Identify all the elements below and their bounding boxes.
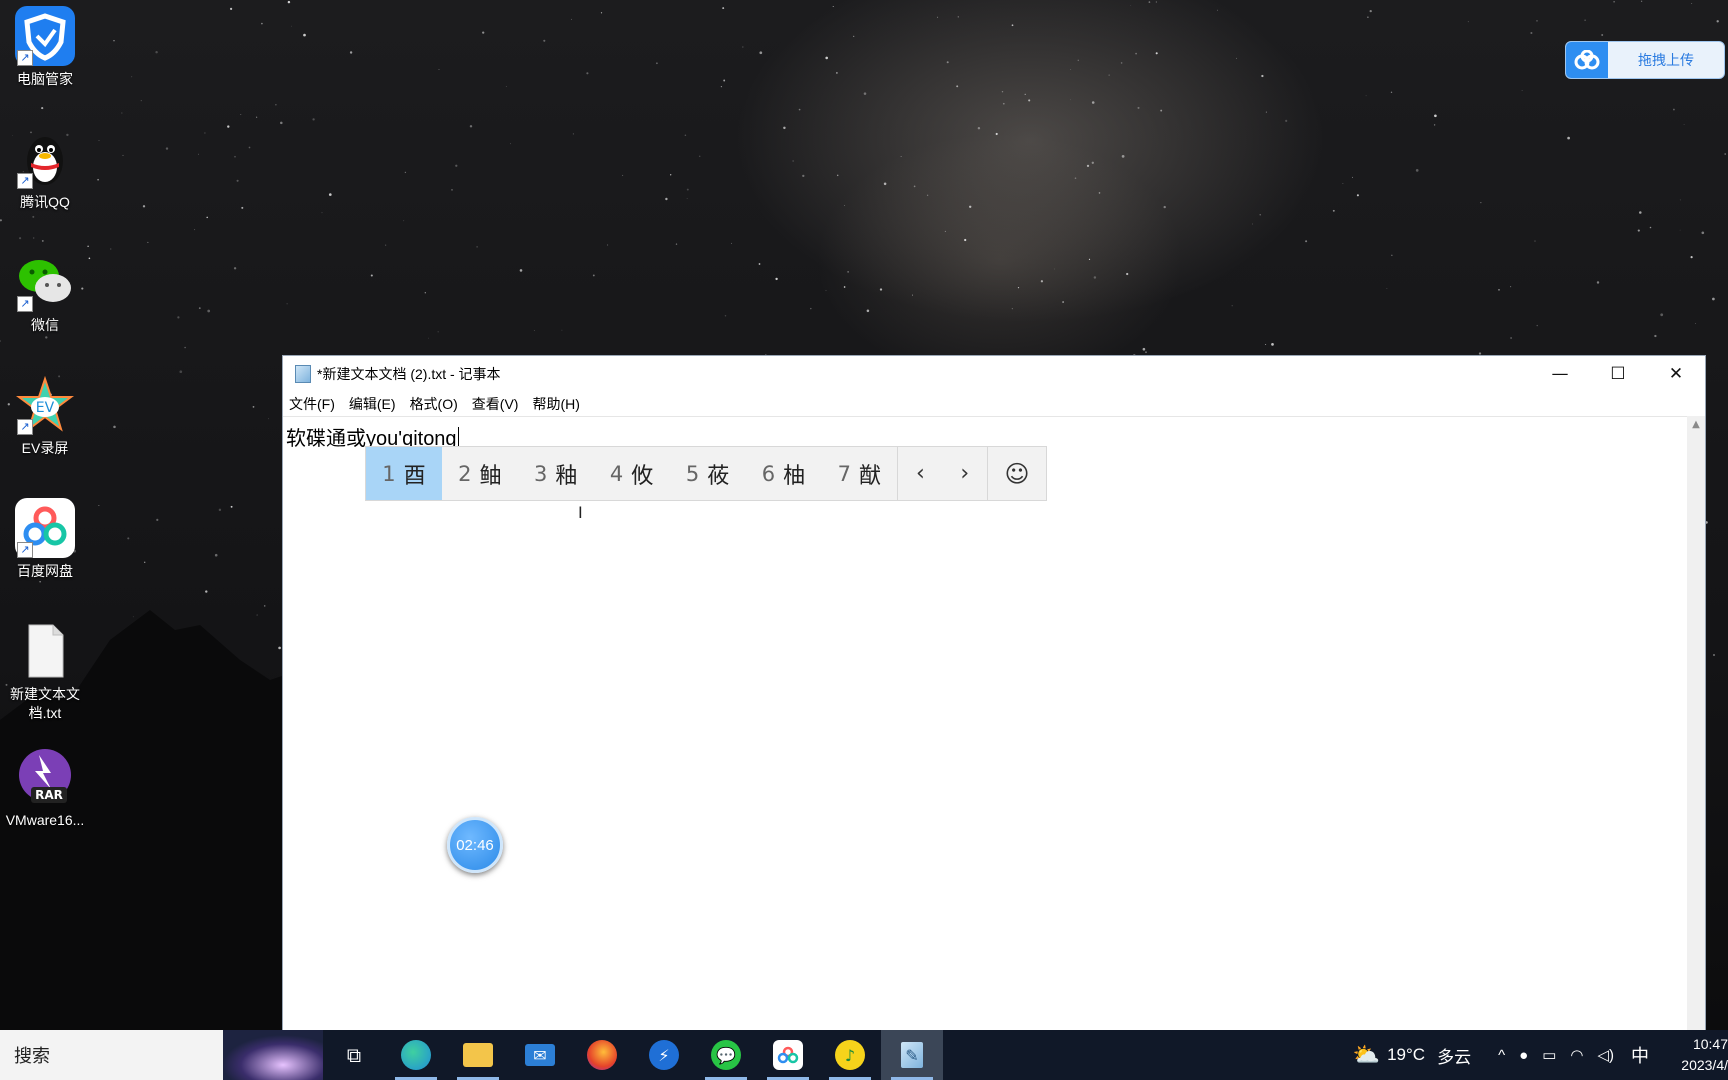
desktop-icon-label: 电脑管家: [17, 71, 73, 87]
desktop-icon-label: VMware16...: [5, 812, 85, 828]
weather-temp[interactable]: 19°C: [1387, 1045, 1425, 1065]
qq-music-icon: ♪: [835, 1040, 865, 1070]
emoji-icon[interactable]: ☺: [988, 447, 1046, 500]
ime-candidate-bar: 1酉 2鲉 3釉 4攸 5莜 6柚 7猷 ‹ › ☺: [365, 446, 1047, 501]
menu-file[interactable]: 文件(F): [289, 394, 335, 414]
menu-help[interactable]: 帮助(H): [532, 394, 579, 414]
ime-candidate[interactable]: 4攸: [594, 447, 670, 500]
wechat-icon: 💬: [711, 1040, 741, 1070]
taskbar-edge[interactable]: [385, 1030, 447, 1080]
desktop-icon-wechat[interactable]: ↗ 微信: [0, 252, 91, 335]
ime-candidate[interactable]: 5莜: [670, 447, 746, 500]
close-button[interactable]: ✕: [1647, 356, 1705, 392]
clock-date: 2023/4/: [1681, 1057, 1728, 1073]
desktop-icon-label: 新建文本文档.txt: [10, 686, 80, 721]
taskbar-qq-music[interactable]: ♪: [819, 1030, 881, 1080]
taskbar-notepad[interactable]: ✎: [881, 1030, 943, 1080]
desktop-icon-label: 微信: [31, 317, 59, 333]
taskbar-clock[interactable]: 10:47 2023/4/: [1666, 1034, 1728, 1076]
menu-edit[interactable]: 编辑(E): [349, 394, 396, 414]
desktop-icon-label: EV录屏: [21, 440, 69, 456]
clock-time: 10:47: [1692, 1036, 1728, 1052]
search-placeholder: 搜索: [14, 1046, 50, 1066]
notepad-icon: [295, 365, 311, 383]
winrar-icon: RAR: [15, 747, 75, 807]
search-highlight-art: [223, 1030, 323, 1080]
editor-text: 软碟通或: [286, 428, 366, 450]
taskbar-baidu-netdisk[interactable]: [757, 1030, 819, 1080]
menu-format[interactable]: 格式(O): [410, 394, 458, 414]
ime-candidate[interactable]: 1酉: [366, 447, 442, 500]
shortcut-arrow-icon: ↗: [17, 542, 33, 558]
firefox-icon: [587, 1040, 617, 1070]
baidu-netdisk-icon: ↗: [15, 498, 75, 558]
scroll-up-arrow-icon[interactable]: ▲: [1687, 416, 1705, 434]
volume-icon[interactable]: ◁): [1597, 1046, 1614, 1064]
mouse-ibeam-cursor-icon: I: [578, 503, 583, 522]
desktop-icon-label: 腾讯QQ: [20, 194, 70, 210]
title-bar[interactable]: *新建文本文档 (2).txt - 记事本 — ☐ ✕: [283, 356, 1705, 392]
ime-candidate[interactable]: 6柚: [745, 447, 821, 500]
shortcut-arrow-icon: ↗: [17, 173, 33, 189]
desktop-icon-qq[interactable]: ↗ 腾讯QQ: [0, 129, 91, 212]
ime-candidate[interactable]: 2鲉: [442, 447, 518, 500]
qq-penguin-icon: ↗: [15, 129, 75, 189]
desktop-icon-baidu-netdisk[interactable]: ↗ 百度网盘: [0, 498, 91, 581]
menu-view[interactable]: 查看(V): [472, 394, 519, 414]
recording-timer[interactable]: 02:46: [447, 817, 503, 873]
wechat-icon: ↗: [15, 252, 75, 312]
baidu-cloud-icon: [1566, 42, 1608, 78]
svg-text:EV: EV: [36, 400, 55, 416]
task-view-icon: ⧉: [346, 1043, 362, 1067]
shortcut-arrow-icon: ↗: [17, 296, 33, 312]
minimize-button[interactable]: —: [1531, 356, 1589, 392]
ime-candidate[interactable]: 7猷: [821, 447, 897, 500]
wifi-icon[interactable]: ◠: [1570, 1046, 1583, 1064]
taskbar-firefox[interactable]: [571, 1030, 633, 1080]
shortcut-arrow-icon: ↗: [17, 419, 33, 435]
desktop-icon-text-file[interactable]: 新建文本文档.txt: [0, 621, 91, 723]
folder-icon: [463, 1043, 493, 1067]
taskbar-mail[interactable]: ✉: [509, 1030, 571, 1080]
desktop-icon-label: 百度网盘: [17, 563, 73, 579]
weather-desc[interactable]: 多云: [1437, 1043, 1471, 1068]
baidu-netdisk-icon: [773, 1040, 803, 1070]
desktop: ↗ 电脑管家 ↗ 腾讯QQ ↗ 微信 EV ↗ EV录屏 ↗ 百度网盘 新建文本…: [0, 0, 1728, 1080]
text-file-icon: [15, 621, 75, 681]
desktop-icon-ev-recorder[interactable]: EV ↗ EV录屏: [0, 375, 91, 458]
ime-mode-indicator[interactable]: 中: [1631, 1042, 1649, 1068]
window-title: *新建文本文档 (2).txt - 记事本: [317, 366, 501, 382]
rar-badge: RAR: [35, 788, 63, 802]
show-hidden-icons-chevron-icon[interactable]: ^: [1498, 1047, 1505, 1064]
drag-upload-label: 拖拽上传: [1638, 52, 1694, 68]
vertical-scrollbar[interactable]: ▲: [1687, 416, 1705, 1030]
desktop-icon-vmware-rar[interactable]: RAR VMware16...: [0, 747, 91, 830]
maximize-button[interactable]: ☐: [1589, 356, 1647, 392]
battery-icon[interactable]: ▭: [1542, 1046, 1556, 1064]
taskbar-search-box[interactable]: 搜索: [0, 1030, 323, 1080]
taskbar-file-explorer[interactable]: [447, 1030, 509, 1080]
mail-icon: ✉: [525, 1044, 555, 1066]
shortcut-arrow-icon: ↗: [17, 50, 33, 66]
edge-icon: [401, 1040, 431, 1070]
taskbar-wechat[interactable]: 💬: [695, 1030, 757, 1080]
taskbar-task-view[interactable]: ⧉: [323, 1030, 385, 1080]
ime-candidate[interactable]: 3釉: [518, 447, 594, 500]
lightning-app-icon: ⚡: [649, 1040, 679, 1070]
ev-recorder-icon: EV ↗: [15, 375, 75, 435]
ime-next-page-icon[interactable]: ›: [943, 447, 987, 500]
cloudy-sun-icon: ⛅: [1352, 1042, 1381, 1067]
taskbar-lightning-app[interactable]: ⚡: [633, 1030, 695, 1080]
desktop-icon-pc-manager[interactable]: ↗ 电脑管家: [0, 6, 91, 89]
microphone-icon[interactable]: ●: [1519, 1047, 1528, 1064]
taskbar: 搜索 ⧉ ✉ ⚡ 💬 ♪ ✎ ⛅ 19°C 多云 ^ ● ▭ ◠ ◁) 中 10…: [0, 1030, 1728, 1080]
text-editor[interactable]: 软碟通或you'qitong: [283, 416, 1687, 1030]
ime-prev-page-icon[interactable]: ‹: [898, 447, 942, 500]
menu-bar: 文件(F) 编辑(E) 格式(O) 查看(V) 帮助(H): [283, 392, 1705, 416]
drag-upload-widget[interactable]: 拖拽上传: [1565, 41, 1725, 79]
system-tray: ⛅ 19°C 多云 ^ ● ▭ ◠ ◁) 中 10:47 2023/4/: [1346, 1030, 1728, 1080]
notepad-icon: ✎: [901, 1042, 923, 1068]
shield-icon: ↗: [15, 6, 75, 66]
